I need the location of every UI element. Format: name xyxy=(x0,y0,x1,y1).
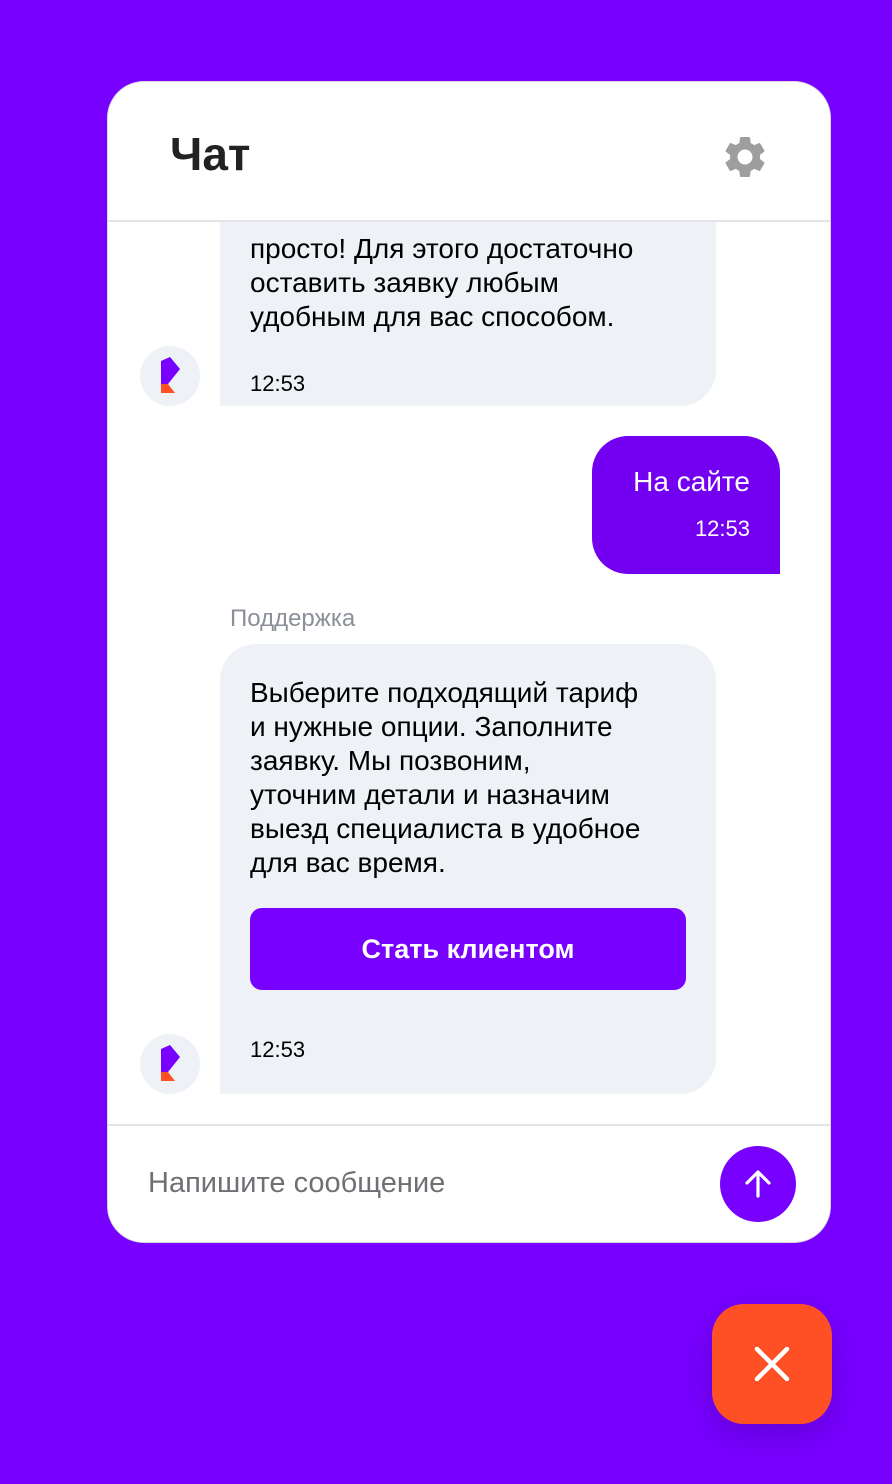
settings-button[interactable] xyxy=(720,132,770,182)
message-time: 12:53 xyxy=(250,1037,306,1062)
logo-icon xyxy=(161,357,180,393)
close-chat-button[interactable] xyxy=(712,1304,832,1424)
chat-title: Чат xyxy=(170,128,251,180)
message-text: просто! Для этого достаточно оставить за… xyxy=(250,233,634,332)
become-client-button[interactable]: Стать клиентом xyxy=(250,908,686,990)
message-time: 12:53 xyxy=(250,371,306,396)
bot-message: Выберите подходящий тариф и нужные опции… xyxy=(220,644,716,1094)
bot-message: просто! Для этого достаточно оставить за… xyxy=(220,222,716,406)
message-text: На сайте xyxy=(633,466,750,497)
message-list[interactable]: просто! Для этого достаточно оставить за… xyxy=(108,222,830,1124)
chat-window: Чат просто! Для этого достаточно оставит… xyxy=(108,82,830,1242)
logo-icon xyxy=(161,1045,180,1081)
message-input[interactable] xyxy=(148,1156,688,1210)
arrow-up-icon xyxy=(745,1170,771,1198)
bot-avatar xyxy=(140,346,200,406)
gear-icon xyxy=(725,137,765,177)
sender-name: Поддержка xyxy=(230,605,356,632)
message-time: 12:53 xyxy=(694,516,750,541)
bot-avatar xyxy=(140,1034,200,1094)
message-composer xyxy=(108,1124,830,1242)
send-button[interactable] xyxy=(720,1146,796,1222)
user-message: На сайте 12:53 xyxy=(592,436,780,574)
message-text: Выберите подходящий тариф и нужные опции… xyxy=(250,677,641,878)
chat-header: Чат xyxy=(108,82,830,222)
close-icon xyxy=(754,1346,790,1382)
